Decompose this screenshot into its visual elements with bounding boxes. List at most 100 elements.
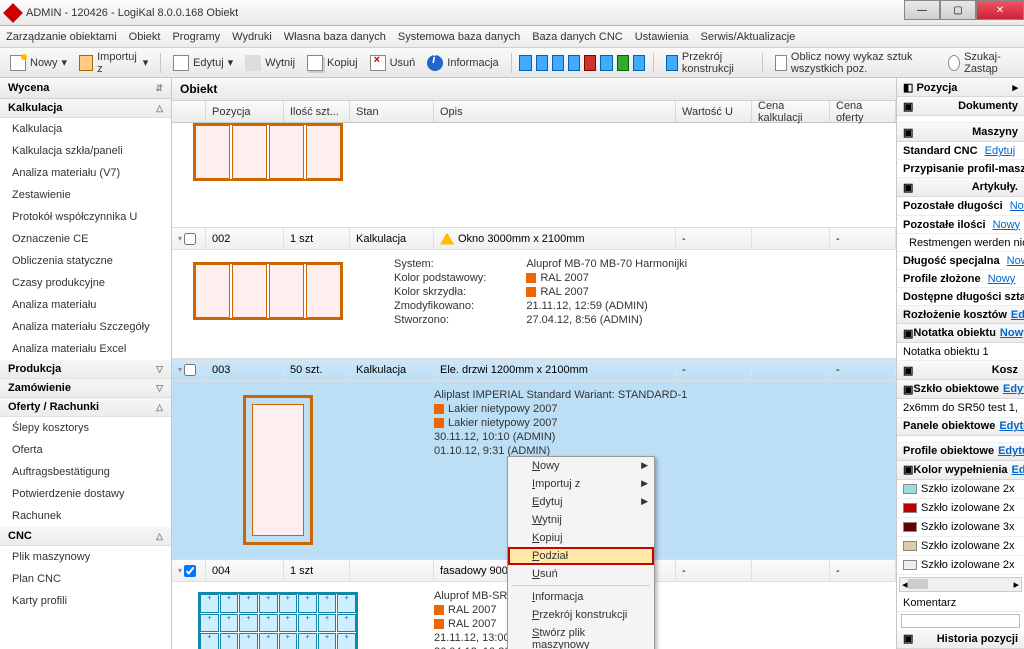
- sidebar-item[interactable]: Potwierdzenie dostawy: [0, 483, 171, 505]
- position-row[interactable]: [172, 123, 896, 228]
- maximize-button[interactable]: ▢: [940, 0, 976, 20]
- new-link[interactable]: Nowy: [988, 273, 1016, 285]
- section-button[interactable]: Przekrój konstrukcji: [662, 49, 754, 77]
- context-menu-item[interactable]: Importuj z▶: [508, 475, 654, 493]
- section-cnc[interactable]: CNC△: [0, 527, 171, 546]
- sidebar-item[interactable]: Oferta: [0, 439, 171, 461]
- col-opis[interactable]: Opis: [434, 101, 676, 122]
- sidebar-item[interactable]: Zestawienie: [0, 184, 171, 206]
- menu-item[interactable]: Zarządzanie obiektami: [6, 31, 117, 43]
- row-checkbox[interactable]: [184, 565, 196, 577]
- menu-item[interactable]: Własna baza danych: [284, 31, 386, 43]
- kosz-header[interactable]: ▣ Kosz: [897, 361, 1024, 380]
- import-button[interactable]: Importuj z ▾: [75, 49, 152, 77]
- position-row-002[interactable]: 002 1 szt Kalkulacja Okno 3000mm x 2100m…: [172, 228, 896, 359]
- sidebar-item[interactable]: Kalkulacja: [0, 118, 171, 140]
- historia-header[interactable]: ▣ Historia pozycji: [897, 630, 1024, 649]
- fill-item[interactable]: Szkło izolowane 2x: [897, 480, 1024, 499]
- sidebar-item[interactable]: Analiza materiału (V7): [0, 162, 171, 184]
- delete-button[interactable]: Usuń: [366, 53, 420, 73]
- tool-icon[interactable]: [536, 55, 548, 71]
- comment-box[interactable]: [901, 614, 1020, 628]
- context-menu-item[interactable]: Wytnij: [508, 511, 654, 529]
- section-oferty[interactable]: Oferty / Rachunki△: [0, 398, 171, 417]
- tool-icon[interactable]: [568, 55, 580, 71]
- notatka-header[interactable]: ▣ Notatka obiektu Nowy: [897, 324, 1024, 343]
- context-menu-item[interactable]: Stwórz plik maszynowy: [508, 624, 654, 649]
- col-cena-oferty[interactable]: Cena oferty: [830, 101, 896, 122]
- context-menu-item[interactable]: Usuń: [508, 565, 654, 583]
- new-link[interactable]: Nowy: [993, 219, 1021, 231]
- sidebar-item[interactable]: Obliczenia statyczne: [0, 250, 171, 272]
- section-produkcja[interactable]: Produkcja▽: [0, 360, 171, 379]
- artykuly-header[interactable]: ▣ Artykuły.: [897, 178, 1024, 197]
- list-button[interactable]: Oblicz nowy wykaz sztuk wszystkich poz.: [771, 49, 940, 77]
- col-u[interactable]: Wartość U: [676, 101, 752, 122]
- new-link[interactable]: Nowy: [1007, 255, 1024, 267]
- edit-link[interactable]: Edytuj: [985, 145, 1016, 157]
- new-link[interactable]: Nowy: [1010, 200, 1024, 212]
- fill-item[interactable]: Szkło izolowane 3x: [897, 518, 1024, 537]
- context-menu-item[interactable]: Nowy▶: [508, 457, 654, 475]
- sidebar-item[interactable]: Plan CNC: [0, 568, 171, 590]
- menu-item[interactable]: Wydruki: [232, 31, 272, 43]
- tool-icon[interactable]: [584, 55, 596, 71]
- tool-icon[interactable]: [552, 55, 564, 71]
- profile-header[interactable]: Profile obiektowe Edytuj: [897, 443, 1024, 461]
- sidebar-item[interactable]: Auftragsbestätigung: [0, 461, 171, 483]
- menu-item[interactable]: Baza danych CNC: [532, 31, 623, 43]
- context-menu-item[interactable]: Kopiuj: [508, 529, 654, 547]
- collapse-icon[interactable]: ⇵: [155, 83, 163, 94]
- section-zamowienie[interactable]: Zamówienie▽: [0, 379, 171, 398]
- context-menu-item[interactable]: Podział: [508, 547, 654, 565]
- row-checkbox[interactable]: [184, 233, 196, 245]
- context-menu-item[interactable]: Informacja: [508, 588, 654, 606]
- sidebar-item[interactable]: Analiza materiału: [0, 294, 171, 316]
- col-ilosc[interactable]: Ilość szt...: [284, 101, 350, 122]
- sidebar-item[interactable]: Analiza materiału Excel: [0, 338, 171, 360]
- tool-icon[interactable]: [519, 55, 531, 71]
- sidebar-item[interactable]: Kalkulacja szkła/paneli: [0, 140, 171, 162]
- sidebar-item[interactable]: Plik maszynowy: [0, 546, 171, 568]
- sidebar-item[interactable]: Karty profili: [0, 590, 171, 612]
- close-button[interactable]: ✕: [976, 0, 1024, 20]
- dokumenty-header[interactable]: ▣ Dokumenty: [897, 97, 1024, 116]
- tool-icon[interactable]: [633, 55, 645, 71]
- col-pozycja[interactable]: Pozycja: [206, 101, 284, 122]
- copy-button[interactable]: Kopiuj: [303, 53, 362, 73]
- menu-item[interactable]: Serwis/Aktualizacje: [701, 31, 796, 43]
- fill-item[interactable]: Szkło izolowane 2x: [897, 556, 1024, 575]
- tool-icon[interactable]: [617, 55, 629, 71]
- context-menu-item[interactable]: Edytuj▶: [508, 493, 654, 511]
- context-menu-item[interactable]: Przekrój konstrukcji: [508, 606, 654, 624]
- tool-icon[interactable]: [600, 55, 612, 71]
- sidebar-item[interactable]: Ślepy kosztorys: [0, 417, 171, 439]
- row-checkbox[interactable]: [184, 364, 196, 376]
- col-check[interactable]: [172, 101, 206, 122]
- tab-arrow[interactable]: ▸: [1012, 81, 1018, 94]
- kolor-header[interactable]: ▣ Kolor wypełnienia Edytuj: [897, 461, 1024, 480]
- menu-item[interactable]: Programy: [172, 31, 220, 43]
- maszyny-header[interactable]: ▣ Maszyny: [897, 123, 1024, 142]
- sidebar-item[interactable]: Czasy produkcyjne: [0, 272, 171, 294]
- sidebar-item[interactable]: Protokół współczynnika U: [0, 206, 171, 228]
- info-button[interactable]: Informacja: [423, 53, 502, 73]
- edit-button[interactable]: Edytuj ▾: [169, 53, 237, 73]
- sidebar-item[interactable]: Rachunek: [0, 505, 171, 527]
- sidebar-item[interactable]: Analiza materiału Szczegóły: [0, 316, 171, 338]
- col-stan[interactable]: Stan: [350, 101, 434, 122]
- szklo-header[interactable]: ▣ Szkło obiektowe Edytuj: [897, 380, 1024, 399]
- menu-item[interactable]: Obiekt: [129, 31, 161, 43]
- panele-header[interactable]: Panele obiektowe Edytuj: [897, 418, 1024, 436]
- col-cena-kalk[interactable]: Cena kalkulacji: [752, 101, 830, 122]
- section-kalkulacja[interactable]: Kalkulacja△: [0, 99, 171, 118]
- minimize-button[interactable]: —: [904, 0, 940, 20]
- cut-button[interactable]: Wytnij: [241, 53, 299, 73]
- new-button[interactable]: Nowy ▾: [6, 53, 71, 73]
- h-scrollbar[interactable]: ◂▸: [899, 577, 1022, 592]
- menu-item[interactable]: Ustawienia: [635, 31, 689, 43]
- sidebar-item[interactable]: Oznaczenie CE: [0, 228, 171, 250]
- fill-item[interactable]: Szkło izolowane 2x: [897, 537, 1024, 556]
- rozlozenie-header[interactable]: Rozłożenie kosztów Edytuj: [897, 306, 1024, 324]
- menu-item[interactable]: Systemowa baza danych: [398, 31, 520, 43]
